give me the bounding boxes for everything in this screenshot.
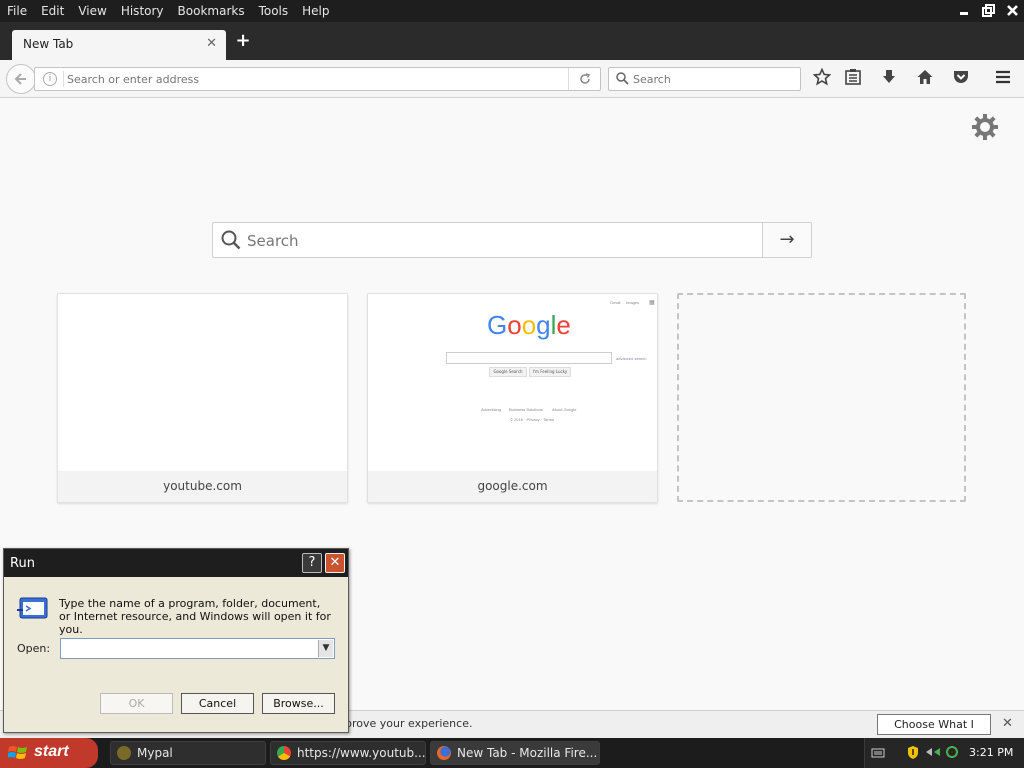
close-icon[interactable]: [1003, 4, 1021, 20]
address-bar[interactable]: i: [34, 67, 601, 91]
google-copyright-line: © 2016 · Privacy · Terms: [510, 417, 554, 422]
firefox-icon: [437, 746, 451, 760]
run-program-icon: [17, 596, 49, 625]
network-icon[interactable]: [925, 745, 941, 762]
restore-icon[interactable]: [979, 4, 997, 20]
page-search-input[interactable]: [247, 229, 757, 253]
tile-label: google.com: [368, 471, 657, 502]
tab-strip: New Tab ✕ +: [0, 22, 1024, 60]
google-apps-icon: ▦: [649, 300, 655, 306]
gear-icon[interactable]: [970, 112, 1000, 142]
search-icon: [616, 72, 629, 88]
home-icon[interactable]: [914, 68, 936, 90]
minimize-icon[interactable]: [955, 4, 973, 20]
close-icon[interactable]: ✕: [325, 553, 345, 573]
menu-history[interactable]: History: [114, 3, 171, 19]
keyboard-icon[interactable]: [871, 747, 885, 762]
top-site-empty-slot: [677, 293, 966, 502]
google-footer-link: About Google: [552, 407, 577, 412]
browse-button[interactable]: Browse...: [262, 693, 335, 714]
bookmark-star-icon[interactable]: [811, 67, 833, 90]
tab-close-icon[interactable]: ✕: [206, 36, 217, 51]
taskbar: start Mypal https://www.youtub... New Ta…: [0, 738, 1024, 768]
chrome-icon: [277, 746, 291, 760]
menu-list: File Edit View History Bookmarks Tools H…: [0, 3, 337, 19]
info-icon[interactable]: i: [43, 72, 57, 86]
mypal-icon: [117, 746, 131, 760]
google-search-button: Google Search: [489, 367, 527, 377]
start-button[interactable]: start: [0, 738, 98, 768]
google-search-field: [446, 352, 612, 364]
menu-bar: File Edit View History Bookmarks Tools H…: [0, 0, 1024, 22]
run-title: Run: [10, 556, 35, 571]
tile-thumbnail: Gmail Images ▦ Google advanced search Go…: [368, 294, 657, 471]
download-icon[interactable]: [878, 68, 900, 90]
tab-title: New Tab: [23, 37, 74, 51]
start-label: start: [34, 743, 69, 760]
clock: 3:21 PM: [969, 746, 1014, 759]
back-arrow-icon[interactable]: [6, 64, 36, 94]
menu-edit[interactable]: Edit: [34, 3, 71, 19]
open-combobox[interactable]: ▼: [60, 638, 335, 659]
taskbar-item-chrome[interactable]: https://www.youtub...: [270, 741, 426, 765]
toolbar-search-box[interactable]: [608, 67, 801, 91]
run-dialog: Run ? ✕ Type the name of a program, fold…: [3, 548, 349, 733]
help-icon[interactable]: ?: [302, 553, 322, 573]
sync-icon[interactable]: [945, 745, 959, 762]
notification-close-icon[interactable]: ✕: [1002, 716, 1013, 731]
google-gmail-link: Gmail: [610, 300, 621, 305]
notification-message: prove your experience.: [345, 717, 473, 730]
tab-new-tab[interactable]: New Tab ✕: [12, 30, 226, 60]
google-footer-link: Advertising: [481, 407, 501, 412]
page-search-box[interactable]: →: [212, 222, 812, 258]
ok-button[interactable]: OK: [100, 693, 173, 714]
toolbar-search-input[interactable]: [633, 70, 793, 88]
menu-help[interactable]: Help: [295, 3, 336, 19]
run-description: Type the name of a program, folder, docu…: [59, 597, 331, 636]
menu-file[interactable]: File: [0, 3, 34, 19]
task-label: Mypal: [137, 746, 173, 760]
run-titlebar[interactable]: Run ? ✕: [4, 549, 348, 577]
new-tab-plus-icon[interactable]: +: [234, 32, 252, 50]
tile-label: youtube.com: [58, 471, 347, 502]
chevron-down-icon[interactable]: ▼: [318, 640, 333, 657]
google-lucky-button: I'm Feeling Lucky: [529, 367, 571, 377]
menu-tools[interactable]: Tools: [252, 3, 296, 19]
system-tray: 3:21 PM: [864, 738, 1024, 768]
open-input[interactable]: [64, 641, 314, 656]
search-icon: [221, 230, 241, 253]
choose-what-i-share-button[interactable]: Choose What I Share: [877, 714, 991, 750]
search-go-arrow-icon[interactable]: →: [762, 223, 811, 257]
taskbar-item-firefox[interactable]: New Tab - Mozilla Fire...: [430, 741, 600, 765]
pocket-icon[interactable]: [950, 68, 972, 90]
task-label: New Tab - Mozilla Fire...: [457, 746, 598, 760]
menu-bookmarks[interactable]: Bookmarks: [171, 3, 252, 19]
tile-thumbnail: [58, 294, 347, 471]
google-footer-link: Business Solutions: [509, 407, 543, 412]
top-site-tile-youtube[interactable]: youtube.com: [57, 293, 348, 503]
reading-list-icon[interactable]: [842, 68, 864, 90]
google-images-link: Images: [626, 300, 640, 305]
menu-view[interactable]: View: [71, 3, 113, 19]
address-input[interactable]: [67, 70, 567, 88]
address-separator: [63, 71, 64, 87]
windows-flag-icon: [7, 744, 28, 765]
google-logo: Google: [487, 310, 571, 340]
top-site-tile-google[interactable]: Gmail Images ▦ Google advanced search Go…: [367, 293, 658, 503]
cancel-button[interactable]: Cancel: [181, 693, 254, 714]
open-label: Open:: [17, 642, 51, 655]
task-label: https://www.youtub...: [297, 746, 426, 760]
reload-icon[interactable]: [568, 68, 600, 90]
taskbar-item-mypal[interactable]: Mypal: [110, 741, 266, 765]
navigation-toolbar: i: [0, 60, 1024, 98]
hamburger-menu-icon[interactable]: [992, 68, 1014, 90]
google-advanced-link: advanced search: [616, 356, 647, 361]
security-shield-icon[interactable]: [907, 745, 919, 763]
